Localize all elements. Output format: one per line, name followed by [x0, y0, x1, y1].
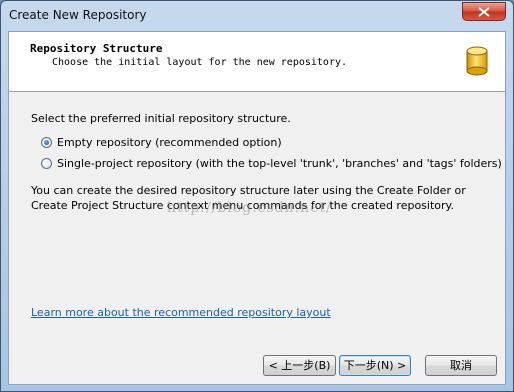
close-icon: [478, 7, 490, 17]
window-title: Create New Repository: [9, 8, 147, 22]
back-button[interactable]: < 上一步(B): [263, 355, 336, 376]
radio-empty-repository[interactable]: [41, 136, 52, 148]
option-empty-repository[interactable]: Empty repository (recommended option): [41, 134, 282, 150]
structure-prompt: Select the preferred initial repository …: [31, 112, 291, 125]
option-empty-label: Empty repository (recommended option): [57, 135, 282, 149]
close-button[interactable]: [462, 2, 506, 21]
learn-more-link[interactable]: Learn more about the recommended reposit…: [31, 306, 331, 319]
header-title: Repository Structure: [30, 42, 163, 55]
structure-note: You can create the desired repository st…: [31, 184, 466, 212]
title-bar[interactable]: Create New Repository: [1, 1, 513, 31]
header-subtitle: Choose the initial layout for the new re…: [52, 57, 348, 68]
dialog-client-area: Repository Structure Choose the initial …: [8, 31, 506, 385]
database-icon: [466, 46, 488, 76]
dialog-window: Create New Repository Repository Structu…: [0, 0, 514, 392]
next-button[interactable]: 下一步(N) >: [339, 355, 411, 376]
wizard-header: Repository Structure Choose the initial …: [9, 32, 505, 92]
cancel-button[interactable]: 取消: [425, 355, 497, 376]
radio-single-project[interactable]: [41, 157, 52, 169]
option-single-project[interactable]: Single-project repository (with the top-…: [41, 155, 502, 171]
option-single-label: Single-project repository (with the top-…: [57, 156, 502, 170]
